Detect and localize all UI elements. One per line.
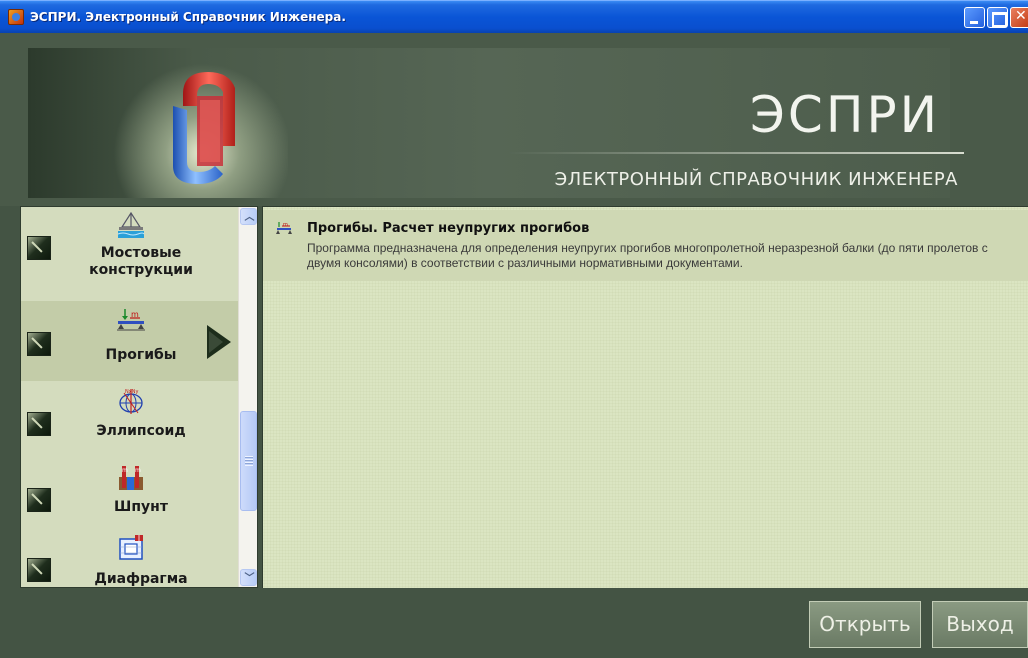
beam-deflection-icon: m bbox=[117, 309, 145, 331]
svg-text:m: m bbox=[135, 467, 141, 474]
scroll-up-button[interactable]: ︿ bbox=[240, 208, 257, 225]
svg-text:m: m bbox=[283, 222, 288, 228]
nav-item-ellipsoid[interactable]: NxNy Эллипсоид bbox=[21, 381, 239, 461]
nav-bullet-icon bbox=[27, 488, 51, 512]
svg-text:m: m bbox=[122, 467, 128, 474]
bridge-icon bbox=[117, 211, 145, 238]
nav-bullet-icon bbox=[27, 332, 51, 356]
close-button[interactable] bbox=[1010, 7, 1028, 28]
app-icon[interactable] bbox=[8, 9, 24, 25]
maximize-button[interactable] bbox=[987, 7, 1008, 28]
nav-label-sheet-pile: Шпунт bbox=[114, 499, 168, 515]
nav-item-bridges[interactable]: Мостовые конструкции bbox=[21, 207, 239, 285]
nav-bullet-icon bbox=[27, 236, 51, 260]
nav-label-deflection: Прогибы bbox=[105, 347, 177, 363]
program-title: Прогибы. Расчет неупругих прогибов bbox=[307, 221, 590, 236]
chevron-down-icon: ﹀ bbox=[244, 573, 255, 584]
chevron-up-icon: ︿ bbox=[244, 212, 255, 223]
grip-icon bbox=[245, 456, 253, 466]
scroll-thumb[interactable] bbox=[240, 411, 257, 511]
app-window: ЭСПРИ. Электронный Справочник Инженера. bbox=[0, 0, 1028, 658]
nav-bullet-icon bbox=[27, 558, 51, 582]
nav-scrollbar[interactable]: ︿ ﹀ bbox=[238, 207, 257, 587]
banner-panel: ЭСПРИ ЭЛЕКТРОННЫЙ СПРАВОЧНИК ИНЖЕНЕРА bbox=[28, 48, 964, 198]
window-title: ЭСПРИ. Электронный Справочник Инженера. bbox=[30, 10, 346, 24]
brand-subtitle: ЭЛЕКТРОННЫЙ СПРАВОЧНИК ИНЖЕНЕРА bbox=[554, 169, 958, 190]
title-bar[interactable]: ЭСПРИ. Электронный Справочник Инженера. bbox=[0, 0, 1028, 33]
nav-label-diaphragm: Диафрагма bbox=[94, 571, 188, 587]
nav-item-sheet-pile[interactable]: m m Шпунт bbox=[21, 457, 239, 537]
program-description: Программа предназначена для определения … bbox=[307, 241, 988, 270]
svg-text:NxNy: NxNy bbox=[125, 389, 138, 395]
brand-title: ЭСПРИ bbox=[750, 86, 940, 144]
brand-divider bbox=[508, 152, 964, 154]
program-list[interactable]: m Прогибы. Расчет неупругих прогибов Про… bbox=[262, 206, 1028, 588]
nav-label-ellipsoid: Эллипсоид bbox=[96, 423, 186, 439]
exit-button[interactable]: Выход bbox=[932, 601, 1028, 648]
nav-item-diaphragm[interactable]: Диафрагма bbox=[21, 527, 239, 587]
minimize-button[interactable] bbox=[964, 7, 985, 28]
header-banner: ЭСПРИ ЭЛЕКТРОННЫЙ СПРАВОЧНИК ИНЖЕНЕРА bbox=[0, 33, 1028, 206]
selected-arrow-icon bbox=[207, 325, 231, 359]
sheet-pile-icon: m m bbox=[119, 466, 143, 490]
nav-item-deflection[interactable]: m Прогибы bbox=[21, 301, 239, 381]
ellipsoid-icon: NxNy bbox=[119, 389, 143, 414]
nav-label-bridges: Мостовые конструкции bbox=[89, 245, 193, 278]
open-button[interactable]: Открыть bbox=[809, 601, 921, 648]
scroll-down-button[interactable]: ﹀ bbox=[240, 569, 257, 586]
program-item[interactable]: m Прогибы. Расчет неупругих прогибов Про… bbox=[263, 210, 1028, 281]
nav-bullet-icon bbox=[27, 412, 51, 436]
beam-deflection-icon: m bbox=[276, 222, 292, 234]
diaphragm-icon bbox=[119, 535, 143, 560]
module-list[interactable]: Мостовые конструкции m Прогибы NxNy Элли… bbox=[20, 206, 258, 588]
